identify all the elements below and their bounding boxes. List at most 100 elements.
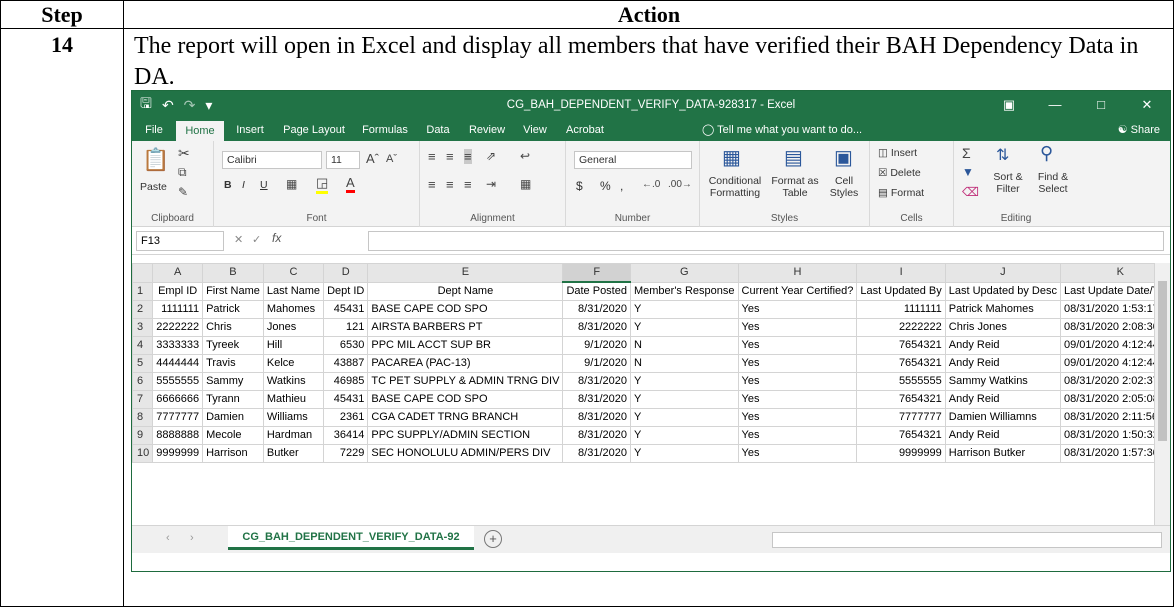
bold-button[interactable]: B (224, 179, 232, 191)
sort-filter-button[interactable]: Sort & Filter (988, 171, 1028, 195)
align-bottom-icon[interactable]: ≡ (464, 149, 472, 164)
cell[interactable]: 43887 (323, 354, 369, 373)
cell[interactable]: Chris (202, 318, 264, 337)
row-header[interactable]: 9 (132, 426, 154, 445)
tab-insert[interactable]: Insert (228, 119, 272, 141)
cell[interactable]: Kelce (262, 354, 325, 373)
cell[interactable]: Andy Reid (944, 390, 1062, 409)
cell[interactable]: 2222222 (152, 318, 204, 337)
cell[interactable]: 2222222 (856, 318, 946, 337)
sheet-tab[interactable]: CG_BAH_DEPENDENT_VERIFY_DATA-92 (228, 526, 474, 550)
cell[interactable]: Sammy Watkins (944, 372, 1062, 391)
column-header-f[interactable]: F (562, 263, 631, 283)
cell[interactable]: N (629, 354, 739, 373)
cell[interactable]: Tyrann (202, 390, 264, 409)
borders-icon[interactable]: ▦ (286, 177, 297, 191)
cell[interactable]: Y (629, 372, 739, 391)
cell[interactable]: AIRSTA BARBERS PT (367, 318, 564, 337)
cell[interactable]: CGA CADET TRNG BRANCH (367, 408, 564, 427)
percent-button[interactable]: % (600, 179, 611, 193)
cell[interactable]: Y (629, 444, 739, 463)
column-header-c[interactable]: C (262, 263, 325, 283)
cell[interactable]: Mahomes (262, 300, 325, 319)
format-cells-button[interactable]: ▤ Format (878, 187, 924, 199)
cell[interactable]: Butker (262, 444, 325, 463)
add-sheet-icon[interactable]: + (484, 530, 502, 548)
horizontal-scrollbar[interactable] (772, 532, 1162, 548)
indent-icon[interactable]: ⇥ (486, 177, 496, 191)
comma-button[interactable]: , (620, 179, 623, 193)
cell[interactable]: Yes (737, 426, 858, 445)
cell[interactable]: Y (629, 390, 739, 409)
font-color-icon[interactable]: A (346, 175, 355, 193)
check-icon[interactable]: ✓ (252, 233, 261, 246)
cell[interactable]: 8/31/2020 (562, 390, 631, 409)
cell[interactable]: Yes (737, 318, 858, 337)
number-format-select[interactable]: General (574, 151, 692, 169)
cell-styles-icon[interactable]: ▣ (834, 145, 853, 170)
clear-icon[interactable]: ⌫ (962, 185, 979, 199)
cell[interactable]: 3333333 (152, 336, 204, 355)
align-middle-icon[interactable]: ≡ (446, 149, 454, 164)
italic-button[interactable]: I (242, 179, 245, 191)
name-box[interactable]: F13 (136, 231, 224, 251)
insert-cells-button[interactable]: ◫ Insert (878, 147, 917, 159)
cell-header[interactable]: Dept Name (367, 281, 564, 301)
orientation-icon[interactable]: ⇗ (486, 149, 496, 163)
row-header[interactable]: 2 (132, 300, 154, 319)
font-name-select[interactable]: Calibri (222, 151, 322, 169)
row-header[interactable]: 3 (132, 318, 154, 337)
tab-data[interactable]: Data (418, 119, 458, 141)
cell[interactable]: Yes (737, 444, 858, 463)
select-all-corner[interactable] (132, 263, 154, 283)
share-button[interactable]: ☯ Share (1118, 119, 1160, 141)
save-icon[interactable]: 🖫 (140, 93, 152, 117)
cell-header[interactable]: Date Posted (562, 281, 631, 301)
cell[interactable]: 8888888 (152, 426, 204, 445)
delete-cells-button[interactable]: ☒ Delete (878, 167, 921, 179)
scroll-thumb[interactable] (1158, 281, 1167, 441)
paste-label[interactable]: Paste (140, 181, 167, 193)
cell-header[interactable]: Empl ID (152, 281, 204, 301)
cell[interactable]: 1111111 (856, 300, 946, 319)
cell[interactable]: N (629, 336, 739, 355)
row-header[interactable]: 5 (132, 354, 154, 373)
column-header-e[interactable]: E (367, 263, 564, 283)
ribbon-display-icon[interactable]: ▣ (986, 91, 1032, 119)
cell[interactable]: Yes (737, 300, 858, 319)
format-as-table-icon[interactable]: ▤ (784, 145, 803, 170)
cell[interactable]: 7777777 (856, 408, 946, 427)
cell[interactable]: Y (629, 300, 739, 319)
tab-file[interactable]: File (136, 119, 172, 141)
cell[interactable]: PPC MIL ACCT SUP BR (367, 336, 564, 355)
cell[interactable]: Watkins (262, 372, 325, 391)
cell[interactable]: 6666666 (152, 390, 204, 409)
prev-sheet-icon[interactable]: ‹ (166, 532, 170, 544)
cell[interactable]: Andy Reid (944, 426, 1062, 445)
align-top-icon[interactable]: ≡ (428, 149, 436, 164)
cell[interactable]: Hardman (262, 426, 325, 445)
row-header[interactable]: 4 (132, 336, 154, 355)
insert-function-icon[interactable]: fx (272, 231, 281, 245)
cell[interactable]: Sammy (202, 372, 264, 391)
cell[interactable]: Yes (737, 354, 858, 373)
cell[interactable]: PACAREA (PAC-13) (367, 354, 564, 373)
cell[interactable]: Andy Reid (944, 336, 1062, 355)
fill-color-icon[interactable]: ◲ (316, 175, 329, 194)
cell[interactable]: Mathieu (262, 390, 325, 409)
cell-header[interactable]: Dept ID (323, 281, 369, 301)
cell[interactable]: 2361 (323, 408, 369, 427)
cell[interactable]: Travis (202, 354, 264, 373)
cell-header[interactable]: Current Year Certified? (737, 281, 858, 301)
cell-header[interactable]: First Name (202, 281, 264, 301)
paste-icon[interactable]: 📋 (142, 147, 169, 173)
align-left-icon[interactable]: ≡ (428, 177, 436, 192)
conditional-formatting-button[interactable]: Conditional Formatting (704, 175, 766, 199)
cell[interactable]: 9/1/2020 (562, 354, 631, 373)
cell[interactable]: Patrick Mahomes (944, 300, 1062, 319)
cell[interactable]: Williams (262, 408, 325, 427)
cell[interactable]: SEC HONOLULU ADMIN/PERS DIV (367, 444, 564, 463)
cell[interactable]: 7777777 (152, 408, 204, 427)
cell[interactable]: Andy Reid (944, 354, 1062, 373)
redo-icon[interactable]: ↷ (184, 97, 196, 114)
